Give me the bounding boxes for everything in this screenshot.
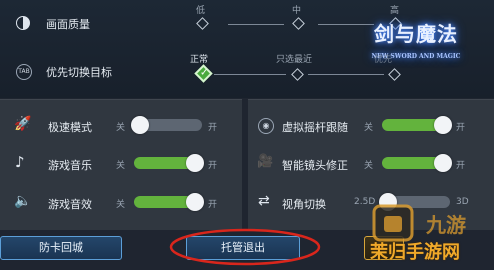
speed-mode-toggle-knob[interactable] (131, 116, 149, 134)
quality-track-line-1 (228, 24, 284, 25)
priority-option-priority-label: 优先 (374, 55, 393, 65)
game-sfx-label: 游戏音效 (48, 198, 92, 211)
speed-mode-off-label: 关 (116, 123, 126, 133)
joystick-follow-toggle-knob[interactable] (434, 116, 452, 134)
switch-view-icon: ⇄ (258, 193, 270, 209)
checkmark-icon: ✓ (200, 67, 209, 79)
camera-icon: 🎥 (257, 154, 274, 169)
game-music-label: 游戏音乐 (48, 159, 92, 172)
site-watermark: 九游 茉归手游网 (364, 200, 494, 266)
speed-mode-on-label: 开 (208, 123, 218, 133)
priority-track-line-1 (214, 74, 286, 75)
game-logo: 剑与魔法 NEW SWORD AND MAGIC (371, 22, 461, 60)
priority-target-label: 优先切换目标 (46, 66, 112, 79)
music-note-icon: ♪ (15, 153, 25, 171)
quality-option-mid-label: 中 (292, 6, 302, 16)
smart-camera-on-label: 开 (456, 161, 466, 171)
smart-camera-toggle-knob[interactable] (434, 154, 452, 172)
view-switch-label: 视角切换 (282, 198, 326, 211)
tab-key-icon: TAB (16, 64, 32, 80)
joystick-follow-off-label: 关 (364, 123, 374, 133)
game-music-on-label: 开 (208, 161, 218, 171)
speed-mode-label: 极速模式 (48, 121, 92, 134)
priority-option-nearest-label: 只选最近 (276, 55, 313, 65)
anti-stuck-return-button[interactable]: 防卡回城 (0, 236, 122, 260)
game-music-off-label: 关 (116, 161, 126, 171)
priority-track-line-2 (308, 74, 384, 75)
game-music-toggle-knob[interactable] (186, 154, 204, 172)
red-highlight-ellipse (169, 228, 321, 266)
contrast-icon (16, 16, 30, 30)
watermark-text: 茉归手游网 (370, 242, 460, 263)
priority-option-normal-label: 正常 (190, 55, 209, 65)
rocket-icon: 🚀 (14, 116, 32, 132)
quality-label: 画面质量 (46, 18, 90, 31)
smart-camera-off-label: 关 (364, 161, 374, 171)
svg-text:九游: 九游 (425, 213, 466, 237)
game-sfx-toggle-knob[interactable] (186, 193, 204, 211)
quality-option-low-label: 低 (196, 6, 206, 16)
joystick-follow-on-label: 开 (456, 123, 466, 133)
game-sfx-on-label: 开 (208, 200, 218, 210)
smart-camera-label: 智能镜头修正 (282, 159, 348, 172)
game-sfx-off-label: 关 (116, 200, 126, 210)
joystick-icon: ◉ (258, 118, 274, 134)
speaker-icon: 🔈 (14, 193, 32, 209)
joystick-follow-label: 虚拟摇杆跟随 (282, 121, 348, 134)
